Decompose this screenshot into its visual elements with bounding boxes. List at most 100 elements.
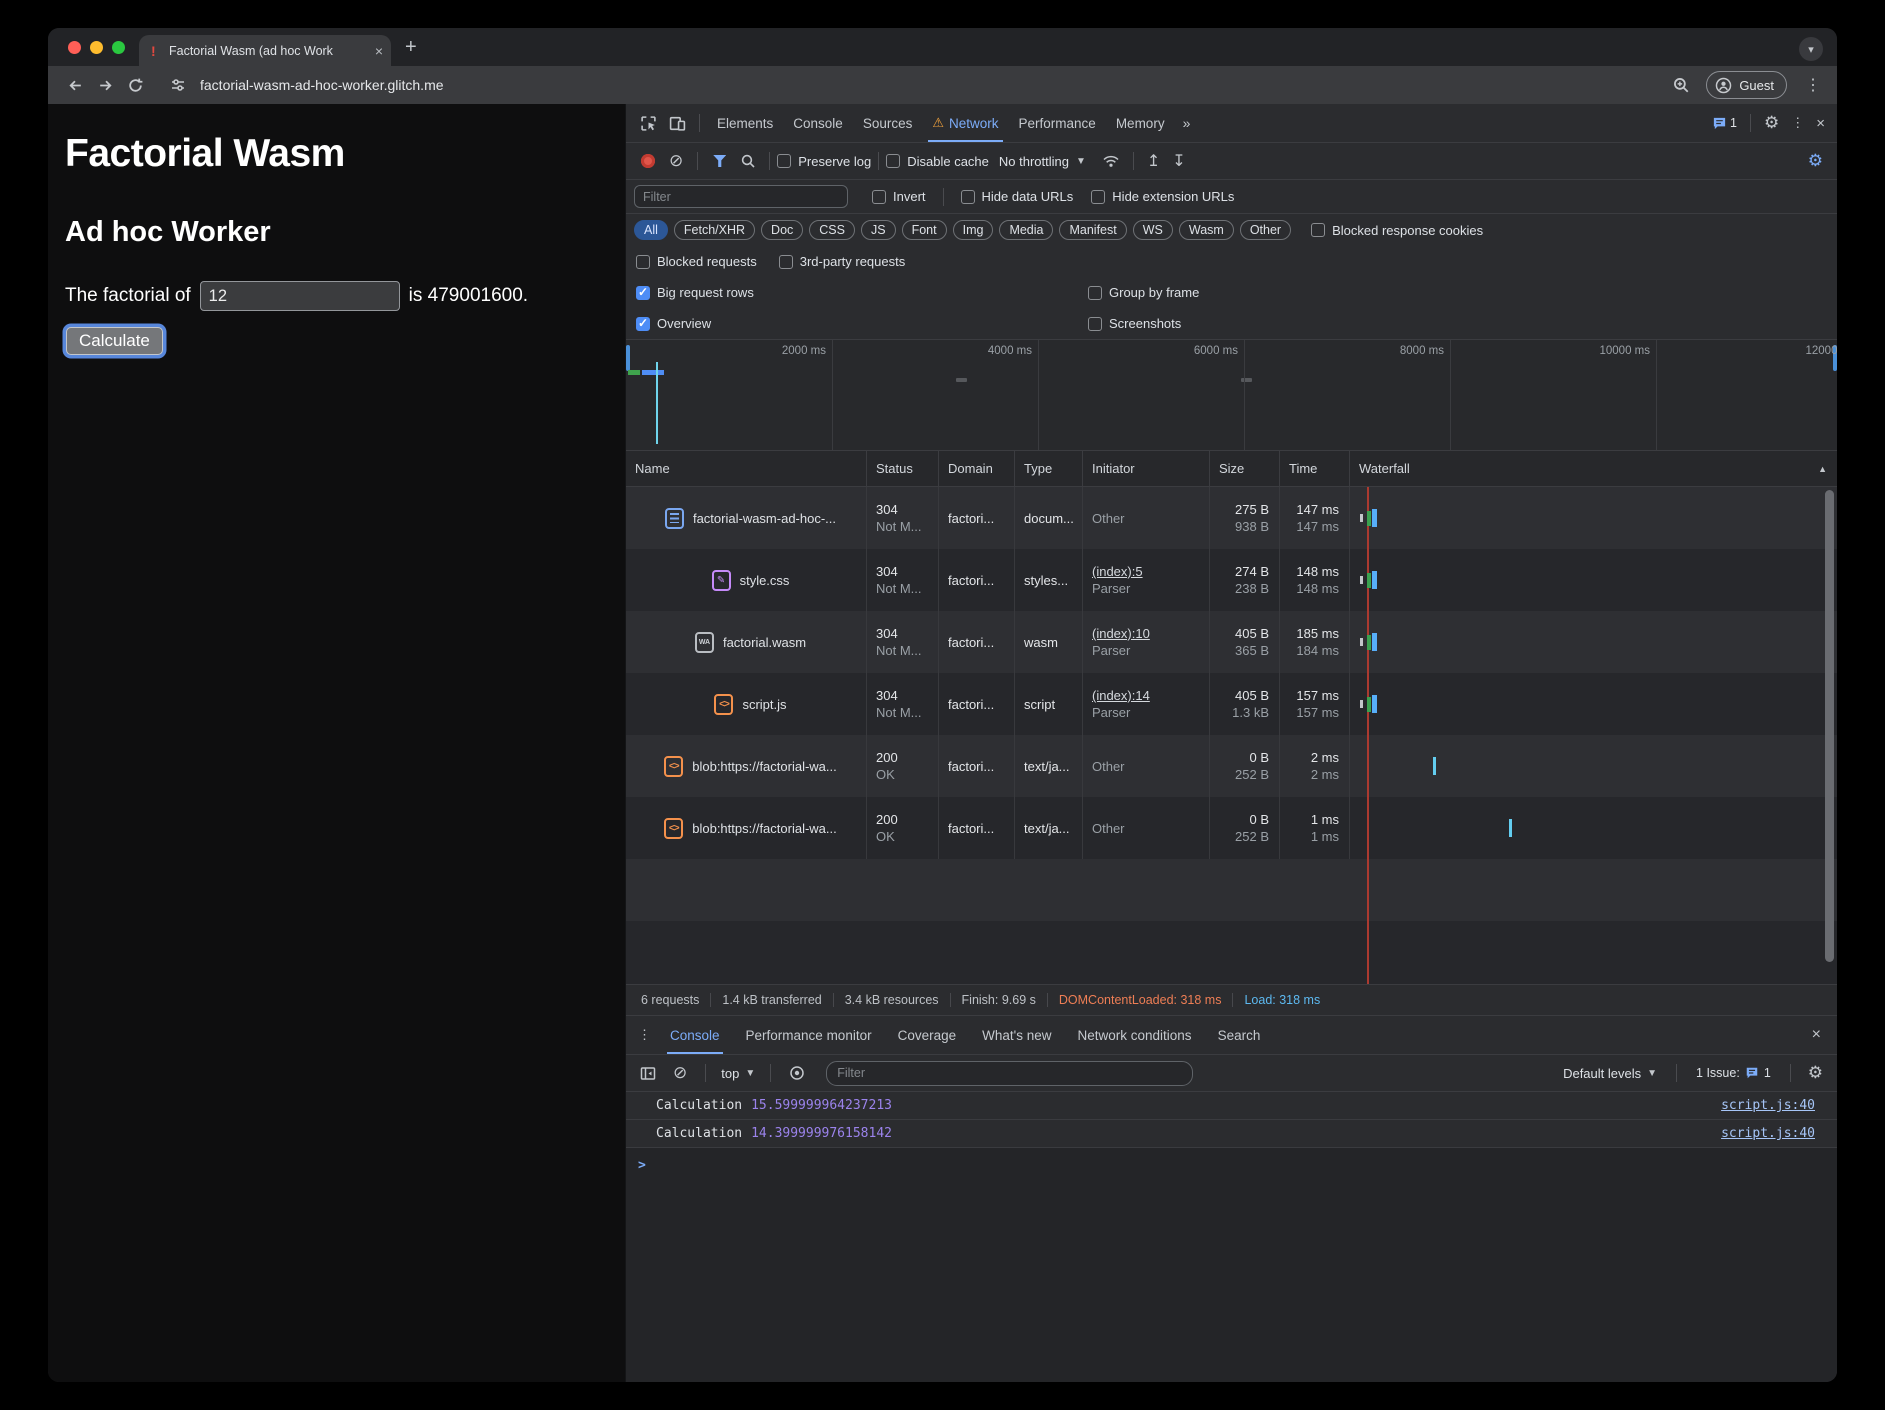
network-filter-input[interactable]: [634, 185, 848, 208]
initiator-link[interactable]: (index):10: [1092, 625, 1209, 642]
third-party-requests-checkbox[interactable]: 3rd-party requests: [779, 254, 906, 269]
network-settings-icon[interactable]: ⚙: [1802, 151, 1829, 171]
console-sidebar-icon[interactable]: [634, 1066, 662, 1081]
more-tabs-icon[interactable]: »: [1175, 115, 1199, 131]
blocked-response-cookies-checkbox[interactable]: Blocked response cookies: [1311, 223, 1483, 238]
table-row[interactable]: ✎style.css304Not M...factori...styles...…: [626, 549, 1837, 611]
calculate-button[interactable]: Calculate: [66, 327, 163, 355]
table-row[interactable]: WAfactorial.wasm304Not M...factori...was…: [626, 611, 1837, 673]
throttling-select[interactable]: No throttling ▼: [999, 154, 1086, 169]
column-header-type[interactable]: Type: [1014, 451, 1082, 486]
live-expression-eye-icon[interactable]: [782, 1065, 812, 1081]
network-overview-timeline[interactable]: 2000 ms4000 ms6000 ms8000 ms10000 ms1200…: [626, 339, 1837, 451]
browser-menu-icon[interactable]: ⋮: [1799, 75, 1827, 95]
hide-extension-urls-checkbox[interactable]: Hide extension URLs: [1091, 189, 1234, 204]
preserve-log-checkbox[interactable]: Preserve log: [777, 154, 871, 169]
initiator-link[interactable]: (index):14: [1092, 687, 1209, 704]
filter-chip-css[interactable]: CSS: [809, 220, 855, 240]
group-by-frame-checkbox[interactable]: Group by frame: [1088, 285, 1199, 300]
filter-icon[interactable]: [713, 155, 726, 167]
console-prompt-icon[interactable]: >: [626, 1148, 1837, 1173]
new-tab-button[interactable]: +: [391, 28, 431, 66]
drawer-tab-coverage[interactable]: Coverage: [885, 1016, 970, 1054]
table-row[interactable]: <>script.js304Not M...factori...script(i…: [626, 673, 1837, 735]
search-icon[interactable]: [734, 153, 762, 169]
console-source-link[interactable]: script.js:40: [1721, 1098, 1815, 1113]
drawer-tab-performance-monitor[interactable]: Performance monitor: [733, 1016, 885, 1054]
devtools-tab-console[interactable]: Console: [783, 104, 853, 142]
clear-network-log-icon[interactable]: ⊘: [662, 151, 690, 171]
filter-chip-other[interactable]: Other: [1240, 220, 1291, 240]
console-context-select[interactable]: top ▼: [717, 1066, 759, 1081]
site-information-icon[interactable]: [166, 73, 190, 97]
browser-tab[interactable]: ! Factorial Wasm (ad hoc Work ×: [139, 35, 391, 66]
blocked-requests-checkbox[interactable]: Blocked requests: [636, 254, 757, 269]
clear-console-icon[interactable]: ⊘: [666, 1063, 694, 1083]
forward-button[interactable]: [92, 72, 118, 98]
drawer-tab-search[interactable]: Search: [1205, 1016, 1274, 1054]
url-text[interactable]: factorial-wasm-ad-hoc-worker.glitch.me: [200, 77, 444, 93]
overview-left-handle[interactable]: [626, 345, 630, 371]
devtools-close-icon[interactable]: ×: [1810, 115, 1831, 132]
drawer-close-icon[interactable]: ×: [1802, 1026, 1831, 1044]
column-header-waterfall[interactable]: Waterfall▲: [1349, 451, 1837, 486]
devtools-menu-icon[interactable]: ⋮: [1785, 115, 1810, 131]
filter-chip-ws[interactable]: WS: [1133, 220, 1173, 240]
reload-button[interactable]: [122, 72, 148, 98]
devtools-tab-sources[interactable]: Sources: [853, 104, 923, 142]
screenshots-checkbox[interactable]: Screenshots: [1088, 316, 1181, 331]
device-toolbar-icon[interactable]: [663, 115, 692, 132]
profile-button[interactable]: Guest: [1706, 71, 1787, 99]
log-levels-select[interactable]: Default levels ▼: [1555, 1066, 1665, 1081]
devtools-settings-icon[interactable]: ⚙: [1758, 113, 1785, 133]
devtools-tab-memory[interactable]: Memory: [1106, 104, 1175, 142]
console-issues-counter[interactable]: 1 Issue: 1: [1688, 1066, 1779, 1080]
column-header-domain[interactable]: Domain: [938, 451, 1014, 486]
initiator-link[interactable]: (index):5: [1092, 563, 1209, 580]
issues-counter[interactable]: 1: [1706, 116, 1743, 131]
table-row[interactable]: factorial-wasm-ad-hoc-...304Not M...fact…: [626, 487, 1837, 549]
filter-chip-all[interactable]: All: [634, 220, 668, 240]
drawer-tab-console[interactable]: Console: [657, 1016, 733, 1054]
table-scrollbar[interactable]: [1825, 490, 1834, 962]
minimize-window-button[interactable]: [90, 41, 103, 54]
network-conditions-icon[interactable]: [1096, 153, 1126, 169]
zoom-icon[interactable]: [1668, 72, 1694, 98]
hide-data-urls-checkbox[interactable]: Hide data URLs: [961, 189, 1074, 204]
export-har-icon[interactable]: ↧: [1166, 151, 1191, 171]
tab-search-chevron-icon[interactable]: ▾: [1799, 37, 1823, 61]
close-window-button[interactable]: [68, 41, 81, 54]
invert-checkbox[interactable]: Invert: [872, 189, 926, 204]
filter-chip-wasm[interactable]: Wasm: [1179, 220, 1234, 240]
big-request-rows-checkbox[interactable]: Big request rows: [636, 285, 1088, 300]
record-network-log-button[interactable]: [641, 154, 655, 168]
disable-cache-checkbox[interactable]: Disable cache: [886, 154, 989, 169]
console-filter-input[interactable]: [826, 1061, 1192, 1086]
table-row[interactable]: <>blob:https://factorial-wa...200OKfacto…: [626, 797, 1837, 859]
import-har-icon[interactable]: ↥: [1141, 151, 1166, 171]
column-header-size[interactable]: Size: [1209, 451, 1279, 486]
column-header-initiator[interactable]: Initiator: [1082, 451, 1209, 486]
console-settings-icon[interactable]: ⚙: [1802, 1063, 1829, 1083]
inspect-element-icon[interactable]: [634, 115, 663, 132]
console-source-link[interactable]: script.js:40: [1721, 1126, 1815, 1141]
filter-chip-img[interactable]: Img: [953, 220, 994, 240]
back-button[interactable]: [62, 72, 88, 98]
column-header-name[interactable]: Name: [626, 451, 866, 486]
column-header-status[interactable]: Status: [866, 451, 938, 486]
tab-close-icon[interactable]: ×: [375, 43, 383, 59]
devtools-tab-performance[interactable]: Performance: [1009, 104, 1106, 142]
filter-chip-fetchxhr[interactable]: Fetch/XHR: [674, 220, 755, 240]
filter-chip-doc[interactable]: Doc: [761, 220, 803, 240]
filter-chip-manifest[interactable]: Manifest: [1059, 220, 1126, 240]
drawer-menu-icon[interactable]: ⋮: [632, 1027, 657, 1043]
drawer-tab-what-s-new[interactable]: What's new: [969, 1016, 1064, 1054]
devtools-tab-network[interactable]: ⚠Network: [922, 104, 1008, 142]
devtools-tab-elements[interactable]: Elements: [707, 104, 783, 142]
overview-checkbox[interactable]: Overview: [636, 316, 1088, 331]
table-row[interactable]: <>blob:https://factorial-wa...200OKfacto…: [626, 735, 1837, 797]
maximize-window-button[interactable]: [112, 41, 125, 54]
filter-chip-js[interactable]: JS: [861, 220, 896, 240]
column-header-time[interactable]: Time: [1279, 451, 1349, 486]
drawer-tab-network-conditions[interactable]: Network conditions: [1065, 1016, 1205, 1054]
